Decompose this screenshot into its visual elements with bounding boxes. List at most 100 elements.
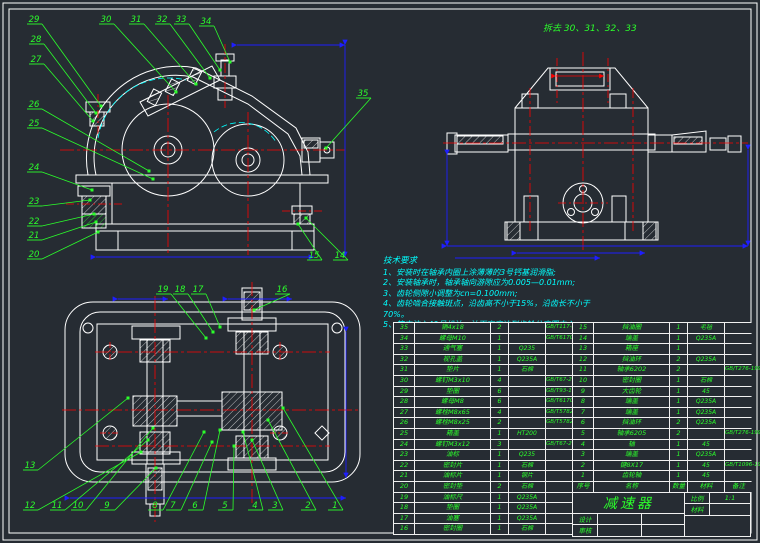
balloon-leader-dot [218,325,222,329]
balloon-leader-line [41,127,154,180]
tech-note-line: 1、安装时在轴承内圈上涂薄薄的3号钙基润滑脂; [383,267,556,277]
bom-cell [546,365,573,375]
bom-cell: 1 [670,375,687,386]
scale-label: 比例 [685,492,709,504]
balloon-leader-dot [211,330,215,334]
bom-cell: Q235A [688,450,724,460]
bom-cell [725,333,752,344]
balloon-number: 12 [25,501,36,511]
balloon-leader-line [64,439,149,511]
bom-cell: 1 [670,450,687,460]
bom-cell: Q235A [509,492,545,503]
balloon-number: 28 [31,35,42,45]
bom-cell: 22 [394,460,414,471]
bom-cell [546,460,573,471]
bom-cell [546,344,573,354]
bom-cell: 24 [394,439,414,450]
bom-cell [509,407,545,418]
bom-cell: 垫片 [415,365,490,375]
bom-cell: 2 [573,460,593,471]
drawing-title: 减速器 [573,492,684,513]
balloon-leader-line [41,231,99,260]
bom-cell: GB/T67-2000 [546,439,582,450]
balloon-number: 5 [222,501,227,511]
bom-cell [546,503,573,513]
balloon-leader-dot [266,418,270,422]
bom-cell: Q235A [509,513,545,524]
balloon-number: 17 [193,285,204,295]
bom-cell [725,386,752,397]
bom-cell: 16 [394,524,414,534]
bom-header-cell: 名称 [594,481,669,492]
bom-cell: 23 [394,450,414,460]
balloon-number: 22 [29,217,40,227]
bom-cell: 8 [573,397,593,407]
cad-sheet: { "drawing": { "title": "减速器", "scale_la… [0,0,760,543]
bom-cell [546,481,573,492]
bom-cell: GB/T67-2000 [546,375,582,386]
scale-value: 1:1 [710,492,750,504]
bom-cell: 大齿轮 [594,386,669,397]
bom-cell: 挡油环 [594,418,669,428]
section-view-dimensions [64,296,349,501]
bom-cell: 毛毡 [688,323,724,333]
bom-cell: 6 [491,397,508,407]
bom-cell [546,354,573,365]
balloon-leader-dot [208,76,212,80]
bom-cell [509,418,545,428]
bom-header-cell: 材料 [688,481,724,492]
balloon-number: 11 [52,501,63,511]
bom-cell: 螺母M8 [415,397,490,407]
bom-cell: GB/T276-199 [725,428,760,439]
bom-cell: 19 [394,492,414,503]
balloon-leader-line [169,23,211,79]
balloon-leader-dot [88,198,92,202]
side-view-centerlines [443,52,748,250]
balloon-number: 35 [358,89,369,99]
bom-table-right: 15 挡油圈 1 毛毡 14 端盖 1 Q235A 13 箱座 1 12 挡油环 2 Q235A 11 轴承62… [572,322,760,537]
bom-cell: 1 [491,333,508,344]
bom-cell [725,344,752,354]
balloon-leader-dot [147,169,151,173]
bom-cell: 通气塞 [415,344,490,354]
bom-cell: 端盖 [594,450,669,460]
bom-cell: 油标尺 [415,492,490,503]
bom-cell: 2 [670,428,687,439]
bom-cell: 1 [491,492,508,503]
bom-cell: 2 [670,418,687,428]
balloon-leader-dot [202,430,206,434]
balloon-number: 31 [131,15,142,25]
balloon-leader-dot [296,222,300,226]
tech-note-line: 4、齿轮啮合接触斑点，沿齿高不小于15%，沿齿长不小于 [383,299,590,308]
bom-cell: 35 [394,323,414,333]
bom-cell [688,365,724,375]
balloon-number: 9 [104,501,109,511]
bom-cell: 6 [491,386,508,397]
bom-header-cell: 备注 [725,481,752,492]
bom-cell: 45 [688,439,724,450]
material-value [710,504,750,515]
checker-name-cell [598,525,641,536]
balloon-leader-line [282,407,344,511]
bom-cell [725,323,752,333]
bom-cell: Q235A [688,397,724,407]
bom-cell: GB/T6170-2000 [546,333,589,344]
front-view-pitch-circles [97,77,277,143]
bom-cell: 1 [491,365,508,375]
bom-cell: 1 [670,407,687,418]
balloon-leader-dot [154,466,158,470]
balloon-leader-line [187,293,214,333]
side-view-dimensions [441,144,751,261]
bom-cell: 3 [573,450,593,460]
bom-cell: 2 [491,481,508,492]
balloon-number: 13 [25,461,36,471]
bom-cell [688,428,724,439]
bom-cell: GB/T5782-2000 [546,407,589,418]
bom-cell: 4 [491,407,508,418]
balloon-number: 1 [332,501,337,511]
bom-cell [725,397,752,407]
designer-name-cell [598,513,641,525]
balloon-leader-dot [324,146,328,150]
balloon-number: 18 [175,285,186,295]
bom-cell [546,492,573,503]
